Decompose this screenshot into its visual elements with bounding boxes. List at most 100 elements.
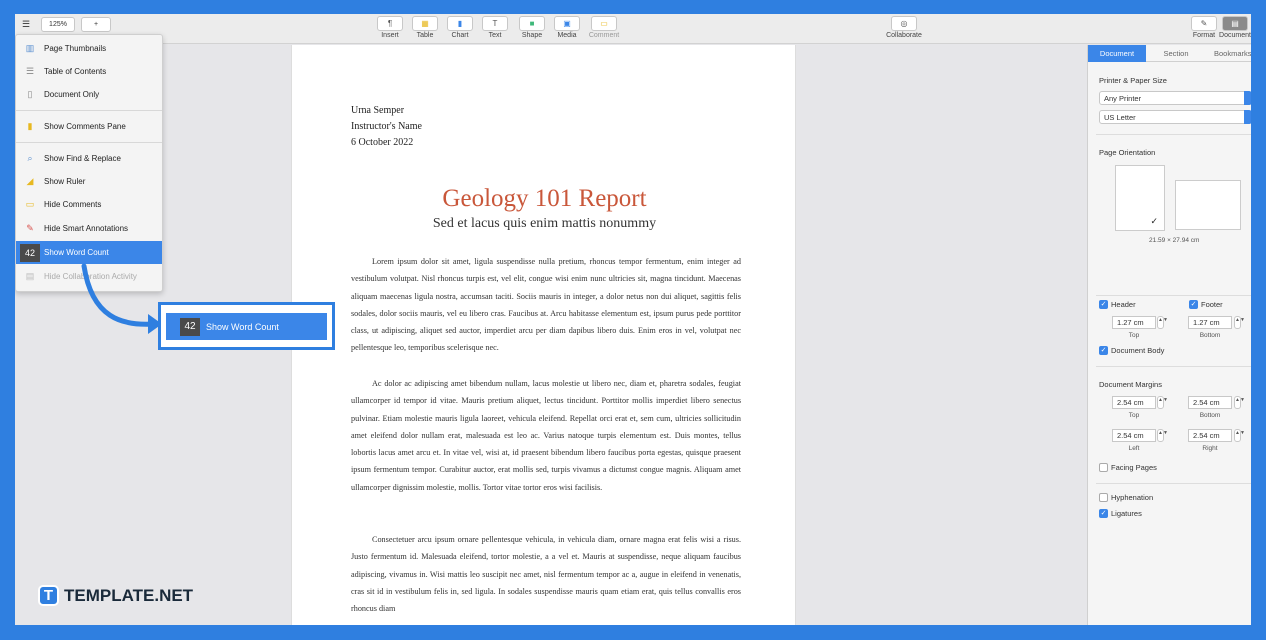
collaborate-button[interactable]: ◎ Collaborate bbox=[881, 16, 927, 39]
instructor-line: Instructor's Name bbox=[351, 121, 422, 132]
menu-item-hide-smart-annotations[interactable]: ✎ Hide Smart Annotations bbox=[16, 217, 162, 240]
shape-icon: ■ bbox=[519, 16, 545, 31]
callout-menu-item: 42 Show Word Count bbox=[166, 313, 327, 340]
toolbar: ☰ 125% + ¶ Insert ▦ Table ▮ Chart T Text… bbox=[15, 14, 1251, 44]
menu-item-hide-comments[interactable]: ▭ Hide Comments bbox=[16, 193, 162, 216]
portrait-option[interactable]: ✓ bbox=[1115, 165, 1165, 231]
document-only-icon: ▯ bbox=[27, 89, 33, 99]
landscape-option[interactable] bbox=[1175, 180, 1241, 230]
menu-item-label: Document Only bbox=[44, 90, 100, 99]
menu-item-show-comments-pane[interactable]: ▮ Show Comments Pane bbox=[16, 115, 162, 138]
menu-item-page-thumbnails[interactable]: ▥ Page Thumbnails bbox=[16, 37, 162, 60]
select-arrow-icon bbox=[1244, 110, 1251, 124]
comment-label: Comment bbox=[588, 32, 620, 39]
footer-checkbox[interactable]: ✓ bbox=[1189, 300, 1198, 309]
brand-logo: T TEMPLATE.NET bbox=[38, 585, 193, 606]
menu-item-show-find-replace[interactable]: ⌕ Show Find & Replace bbox=[16, 147, 162, 170]
header-label: Header bbox=[1111, 300, 1136, 309]
select-arrow-icon bbox=[1244, 91, 1251, 105]
hyphenation-label: Hyphenation bbox=[1111, 493, 1154, 502]
author-line: Urna Semper bbox=[351, 105, 405, 116]
word-count-icon: 42 bbox=[20, 243, 40, 262]
document-page[interactable]: Urna Semper Instructor's Name 6 October … bbox=[291, 45, 796, 625]
word-count-callout: 42 Show Word Count bbox=[158, 302, 335, 350]
footer-bottom-label: Bottom bbox=[1199, 332, 1221, 339]
header-field[interactable]: 1.27 cm bbox=[1112, 316, 1156, 329]
ligatures-label: Ligatures bbox=[1111, 509, 1142, 518]
text-label: Text bbox=[488, 32, 502, 39]
table-icon: ▦ bbox=[412, 16, 438, 31]
facing-pages-label: Facing Pages bbox=[1111, 463, 1157, 472]
body-paragraph: Lorem ipsum dolor sit amet, ligula suspe… bbox=[351, 257, 741, 353]
margin-top-field[interactable]: 2.54 cm bbox=[1112, 396, 1156, 409]
paper-dimensions: 21.59 × 27.94 cm bbox=[1149, 237, 1200, 244]
printer-select[interactable]: Any Printer bbox=[1099, 91, 1251, 105]
facing-pages-checkbox[interactable] bbox=[1099, 463, 1108, 472]
margin-left-label: Left bbox=[1128, 445, 1140, 452]
margin-right-field[interactable]: 2.54 cm bbox=[1188, 429, 1232, 442]
media-icon: ▣ bbox=[554, 16, 580, 31]
chart-button[interactable]: ▮ Chart bbox=[443, 16, 477, 39]
hyphenation-checkbox[interactable] bbox=[1099, 493, 1108, 502]
paragraph-icon: ¶ bbox=[377, 16, 403, 31]
menu-item-show-ruler[interactable]: ◢ Show Ruler bbox=[16, 170, 162, 193]
comment-icon: ▭ bbox=[591, 16, 617, 31]
body-paragraph: Ac dolor ac adipiscing amet bibendum nul… bbox=[351, 379, 741, 492]
margin-top-label: Top bbox=[1128, 412, 1140, 419]
zoom-select[interactable]: 125% bbox=[41, 17, 75, 32]
margin-left-stepper[interactable]: ▲▼ bbox=[1157, 429, 1168, 442]
shape-label: Shape bbox=[521, 32, 543, 39]
insert-button[interactable]: ¶ Insert bbox=[373, 16, 407, 39]
word-count-icon: 42 bbox=[180, 317, 200, 336]
ligatures-checkbox[interactable]: ✓ bbox=[1099, 509, 1108, 518]
document-body-label: Document Body bbox=[1111, 346, 1165, 355]
callout-label: Show Word Count bbox=[206, 321, 279, 332]
divider bbox=[1096, 483, 1251, 484]
tab-bookmarks[interactable]: Bookmarks bbox=[1206, 45, 1251, 62]
menu-separator bbox=[16, 142, 162, 143]
document-subtitle: Sed et lacus quis enim mattis nonummy bbox=[432, 216, 657, 231]
menu-item-table-of-contents[interactable]: ☰ Table of Contents bbox=[16, 60, 162, 83]
document-body-checkbox[interactable]: ✓ bbox=[1099, 346, 1108, 355]
header-checkbox[interactable]: ✓ bbox=[1099, 300, 1108, 309]
margin-left-field[interactable]: 2.54 cm bbox=[1112, 429, 1156, 442]
margin-bottom-stepper[interactable]: ▲▼ bbox=[1234, 396, 1245, 409]
header-stepper[interactable]: ▲▼ bbox=[1157, 316, 1168, 329]
annotations-icon: ✎ bbox=[26, 223, 34, 233]
margin-bottom-label: Bottom bbox=[1199, 412, 1221, 419]
view-menu-button[interactable]: ☰ bbox=[15, 17, 37, 32]
media-label: Media bbox=[557, 32, 577, 39]
media-button[interactable]: ▣ Media bbox=[550, 16, 584, 39]
collaborate-icon: ◎ bbox=[891, 16, 917, 31]
shape-button[interactable]: ■ Shape bbox=[515, 16, 549, 39]
margin-right-stepper[interactable]: ▲▼ bbox=[1234, 429, 1245, 442]
table-button[interactable]: ▦ Table bbox=[408, 16, 442, 39]
paper-value: US Letter bbox=[1104, 112, 1136, 122]
margin-right-label: Right bbox=[1202, 445, 1218, 452]
view-menu: ▥ Page Thumbnails ☰ Table of Contents ▯ … bbox=[15, 34, 163, 292]
footer-stepper[interactable]: ▲▼ bbox=[1234, 316, 1245, 329]
ruler-icon: ◢ bbox=[26, 176, 34, 186]
menu-item-label: Show Find & Replace bbox=[44, 154, 121, 163]
insert-label: Insert bbox=[381, 32, 399, 39]
margin-top-stepper[interactable]: ▲▼ bbox=[1157, 396, 1168, 409]
add-page-button[interactable]: + bbox=[81, 17, 111, 32]
comment-button[interactable]: ▭ Comment bbox=[587, 16, 621, 39]
tab-document[interactable]: Document bbox=[1088, 45, 1146, 62]
text-button[interactable]: T Text bbox=[478, 16, 512, 39]
paper-size-select[interactable]: US Letter bbox=[1099, 110, 1251, 124]
document-button[interactable]: ▤ Document bbox=[1219, 16, 1251, 39]
page-thumbnails-icon: ▥ bbox=[25, 43, 35, 53]
menu-item-document-only[interactable]: ▯ Document Only bbox=[16, 83, 162, 106]
text-icon: T bbox=[482, 16, 508, 31]
footer-field[interactable]: 1.27 cm bbox=[1188, 316, 1232, 329]
printer-value: Any Printer bbox=[1104, 93, 1142, 103]
format-button[interactable]: ✎ Format bbox=[1187, 16, 1221, 39]
document-label: Document bbox=[1219, 32, 1251, 39]
footer-label: Footer bbox=[1201, 300, 1223, 309]
tab-section[interactable]: Section bbox=[1146, 45, 1206, 62]
menu-item-label: Hide Comments bbox=[44, 200, 102, 209]
find-icon: ⌕ bbox=[27, 153, 33, 163]
chart-icon: ▮ bbox=[447, 16, 473, 31]
margin-bottom-field[interactable]: 2.54 cm bbox=[1188, 396, 1232, 409]
